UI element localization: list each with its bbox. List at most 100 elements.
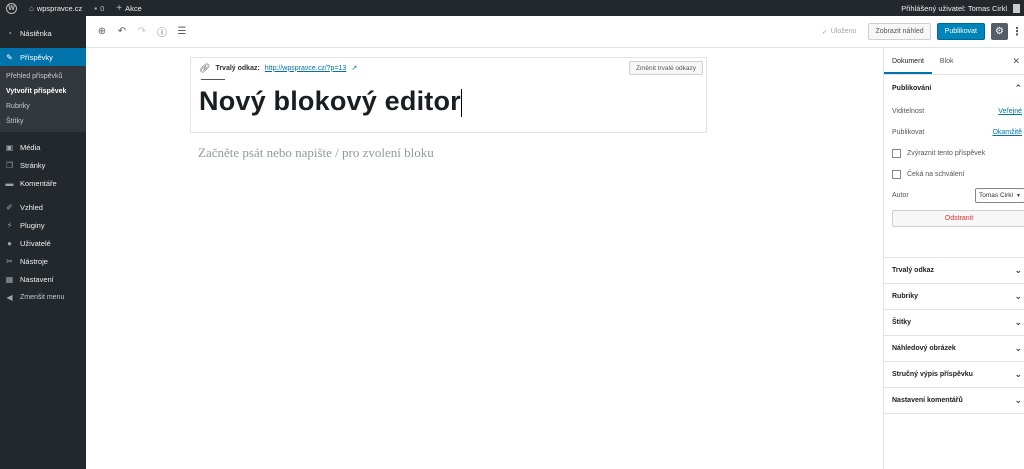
sticky-checkbox[interactable]	[892, 149, 901, 158]
delete-button[interactable]: Odstranit	[892, 210, 1024, 227]
panel-label: Stručný výpis příspěvku	[892, 371, 973, 378]
panel-discussion[interactable]: Nastavení komentářů ⌄	[884, 388, 1024, 414]
visibility-toggle[interactable]: Veřejné	[998, 108, 1022, 115]
panel-permalink[interactable]: Trvalý odkaz ⌄	[884, 258, 1024, 284]
comment-icon: ▪	[94, 3, 98, 13]
chevron-down-icon: ⌄	[1014, 317, 1022, 327]
sidebar-item-tools[interactable]: ✂ Nástroje	[0, 252, 86, 270]
chevron-down-icon: ⌄	[1014, 369, 1022, 379]
sticky-label: Zvýraznit tento příspěvek	[907, 150, 986, 157]
user-greeting: Přihlášený uživatel: Tomas Cirkl	[901, 3, 1007, 13]
admin-sidebar: ◔ Nástěnka ✎ Příspěvky Přehled příspěvků…	[0, 16, 86, 469]
panel-excerpt[interactable]: Stručný výpis příspěvku ⌄	[884, 362, 1024, 388]
dashboard-icon: ◔	[7, 28, 12, 38]
comments-link[interactable]: ▪ 0	[88, 0, 110, 16]
site-name-label: wpspravce.cz	[36, 3, 83, 13]
check-icon: ✓	[821, 28, 828, 36]
add-block-button[interactable]: ⊕	[94, 24, 110, 40]
sidebar-item-comments[interactable]: ▬ Komentáře	[0, 174, 86, 192]
pending-row[interactable]: Čeká na schválení	[884, 164, 1024, 185]
posts-submenu: Přehled příspěvků Vytvořit příspěvek Rub…	[0, 66, 86, 132]
sidebar-item-media[interactable]: ▣ Média	[0, 138, 86, 156]
panel-label: Rubriky	[892, 293, 919, 300]
panel-tags[interactable]: Štítky ⌄	[884, 310, 1024, 336]
settings-sidebar: Dokument Blok ✕ Publikování ⌃ Viditelnos…	[883, 48, 1024, 469]
sidebar-item-users[interactable]: ● Uživatelé	[0, 234, 86, 252]
sidebar-item-label: Komentáře	[20, 178, 57, 188]
close-icon[interactable]: ✕	[1012, 56, 1020, 67]
sidebar-item-collapse[interactable]: ◀ Zmenšit menu	[0, 288, 86, 306]
author-row: Autor Tomas Cirkl ▼	[884, 185, 1024, 206]
redo-icon: ↷	[137, 26, 147, 37]
site-name-link[interactable]: ⌂ wpspravce.cz	[23, 0, 88, 16]
comments-icon: ▬	[5, 178, 14, 188]
collapse-icon: ◀	[6, 292, 13, 302]
title-divider	[201, 79, 225, 80]
sidebar-item-label: Nástroje	[20, 256, 48, 266]
wordpress-icon: W	[6, 2, 17, 14]
block-navigation-button[interactable]: ☰	[174, 24, 190, 40]
sidebar-item-settings[interactable]: ▦ Nastavení	[0, 270, 86, 288]
permalink-bar: 🔗︎ Trvalý odkaz: http://wpspravce.cz/?p=…	[191, 58, 706, 78]
post-title-input[interactable]: Nový blokový editor	[199, 86, 462, 117]
wordpress-logo-button[interactable]: W	[0, 0, 23, 16]
settings-toggle-button[interactable]: ⚙	[991, 23, 1008, 40]
chevron-down-icon: ⌄	[1014, 265, 1022, 275]
panel-title: Publikování	[892, 84, 932, 92]
sidebar-item-label: Stránky	[20, 160, 46, 170]
panel-categories[interactable]: Rubriky ⌄	[884, 284, 1024, 310]
publish-button[interactable]: Publikovat	[936, 23, 985, 40]
pending-checkbox[interactable]	[892, 170, 901, 179]
author-select[interactable]: Tomas Cirkl ▼	[975, 188, 1024, 203]
content-info-button[interactable]: ⓘ	[154, 24, 170, 40]
panel-label: Štítky	[892, 319, 912, 326]
chevron-down-icon: ⌄	[1014, 291, 1022, 301]
publish-date-toggle[interactable]: Okamžitě	[992, 129, 1022, 136]
submenu-item-tags[interactable]: Štítky	[0, 114, 86, 129]
submenu-item-new-post[interactable]: Vytvořit příspěvek	[0, 84, 86, 99]
undo-icon: ↶	[117, 26, 127, 37]
redo-button[interactable]: ↷	[134, 24, 150, 40]
block-appender-placeholder[interactable]: Začněte psát nebo napište / pro zvolení …	[198, 145, 434, 161]
preview-button[interactable]: Zobrazit náhled	[868, 23, 931, 40]
sidebar-item-pages[interactable]: ❐ Stránky	[0, 156, 86, 174]
tab-document[interactable]: Dokument	[884, 48, 932, 74]
sidebar-item-appearance[interactable]: ✐ Vzhled	[0, 198, 86, 216]
publish-panel-header[interactable]: Publikování ⌃	[884, 75, 1024, 101]
panel-label: Trvalý odkaz	[892, 267, 935, 274]
pin-icon: ✎	[6, 52, 13, 62]
sidebar-item-posts[interactable]: ✎ Příspěvky	[0, 48, 86, 66]
sidebar-item-plugins[interactable]: ⚡ Pluginy	[0, 216, 86, 234]
pages-icon: ❐	[5, 160, 14, 170]
sidebar-item-label: Pluginy	[20, 220, 45, 230]
link-icon: 🔗︎	[199, 62, 211, 73]
plus-circle-icon: ⊕	[97, 26, 107, 37]
sticky-row[interactable]: Zvýraznit tento příspěvek	[884, 143, 1024, 164]
more-menu-button[interactable]: ⋮	[1012, 23, 1023, 40]
settings-icon: ▦	[5, 274, 14, 284]
panel-featured-image[interactable]: Náhledový obrázek ⌄	[884, 336, 1024, 362]
media-icon: ▣	[5, 142, 14, 152]
undo-button[interactable]: ↶	[114, 24, 130, 40]
avatar	[1013, 3, 1020, 13]
appearance-icon: ✐	[6, 202, 13, 212]
new-content-link[interactable]: + Akce	[110, 0, 148, 16]
external-link-icon[interactable]: ↗	[351, 64, 357, 72]
submenu-item-all-posts[interactable]: Přehled příspěvků	[0, 69, 86, 84]
tab-block[interactable]: Blok	[932, 48, 962, 74]
sidebar-item-dashboard[interactable]: ◔ Nástěnka	[0, 24, 86, 42]
permalink-url-link[interactable]: http://wpspravce.cz/?p=13	[265, 65, 347, 72]
sidebar-item-label: Nastavení	[20, 274, 54, 284]
submenu-item-categories[interactable]: Rubriky	[0, 99, 86, 114]
publish-date-row: Publikovat Okamžitě	[884, 122, 1024, 143]
user-account-link[interactable]: Přihlášený uživatel: Tomas Cirkl	[895, 0, 1024, 16]
editor-header: ⊕ ↶ ↷ ⓘ ☰ ✓ Uloženo Zobrazit náhled Publ…	[86, 16, 1024, 48]
post-title-text: Nový blokový editor	[199, 86, 461, 116]
sidebar-item-label: Uživatelé	[20, 238, 51, 248]
chevron-down-icon: ⌄	[1014, 395, 1022, 405]
sidebar-item-label: Média	[20, 142, 41, 152]
dropdown-arrow-icon: ▼	[1015, 192, 1021, 199]
change-permalink-button[interactable]: Změnit trvalé odkazy	[629, 61, 703, 75]
panel-label: Náhledový obrázek	[892, 345, 956, 352]
gear-icon: ⚙	[995, 26, 1004, 37]
